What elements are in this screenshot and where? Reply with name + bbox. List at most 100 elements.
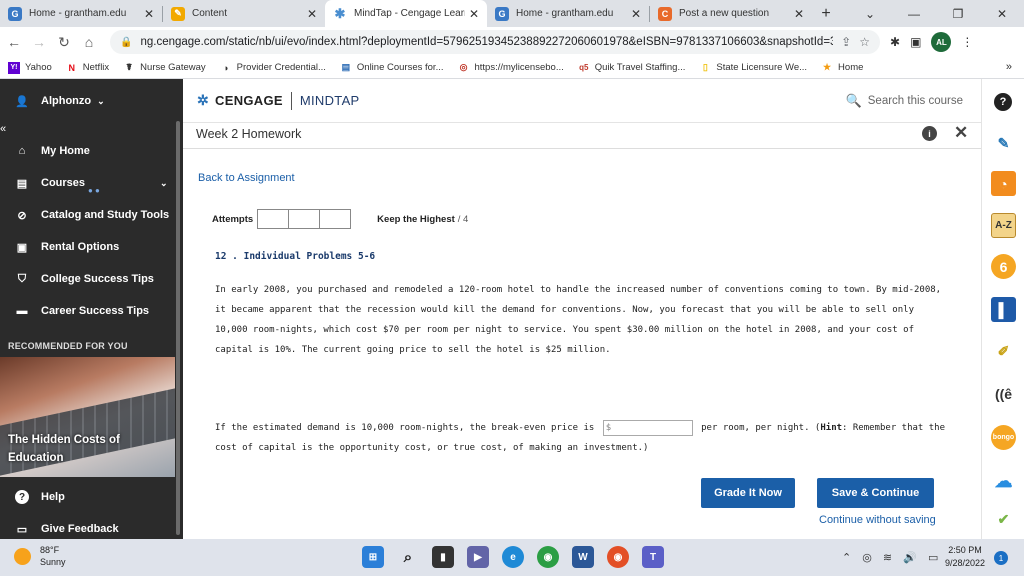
tab-title: Post a new question — [679, 8, 770, 19]
readspeaker-icon[interactable]: ((ê — [991, 381, 1016, 406]
tab-grantham-home[interactable]: G Home - grantham.edu ✕ — [0, 0, 162, 27]
address-bar-row: ← → ↻ ⌂ 🔒 ng.cengage.com/static/nb/ui/ev… — [0, 27, 1024, 57]
bookmark-provider-credential[interactable]: ◑ Provider Credential... — [220, 62, 326, 74]
bookmark-home[interactable]: ★ Home — [821, 62, 863, 74]
notes-icon[interactable]: ✐ — [991, 339, 1016, 364]
system-tray[interactable]: ⌃ ◎ ≋ 🔊 ▭ — [842, 551, 942, 564]
close-tab-icon[interactable]: ✕ — [794, 7, 804, 21]
sidepanel-icon[interactable]: ▣ — [910, 35, 921, 49]
notebook-icon[interactable]: ▌ — [991, 297, 1016, 322]
bongo-icon[interactable]: bongo — [991, 425, 1016, 450]
continue-without-saving-link[interactable]: Continue without saving — [819, 514, 936, 526]
chrome-icon[interactable]: ◉ — [537, 546, 559, 568]
quik-icon: q5 — [579, 63, 589, 72]
bookmark-nurse-gateway[interactable]: ☤ Nurse Gateway — [123, 62, 206, 74]
sidebar-item-help[interactable]: ? Help — [0, 481, 175, 513]
browser-tab-strip: G Home - grantham.edu ✕ ✎ Content ✕ ✱ Mi… — [0, 0, 1024, 27]
tab-content[interactable]: ✎ Content ✕ — [163, 0, 325, 27]
google-favicon-icon: G — [495, 6, 509, 21]
bookmark-online-courses[interactable]: ▤ Online Courses for... — [340, 62, 444, 74]
sidebar-item-catalog[interactable]: ⊘ Catalog and Study Tools — [0, 199, 183, 231]
user-menu[interactable]: 👤 Alphonzo ⌄ — [0, 79, 183, 123]
more-bookmarks-icon[interactable]: » — [1006, 61, 1012, 73]
weather-condition: Sunny — [40, 557, 66, 567]
tab-title: Home - grantham.edu — [29, 8, 127, 19]
profile-avatar[interactable]: AL — [931, 32, 952, 52]
word-icon[interactable]: W — [572, 546, 594, 568]
bookmark-label: Quik Travel Staffing... — [594, 62, 686, 73]
assignment-title: Week 2 Homework — [196, 127, 302, 141]
close-icon[interactable]: ✕ — [954, 123, 968, 143]
chevron-down-icon: ⌄ — [97, 95, 105, 106]
carousel-dots[interactable]: ● ● — [88, 186, 100, 195]
share-icon[interactable]: ⇪ — [841, 35, 851, 49]
back-to-assignment-link[interactable]: Back to Assignment — [198, 172, 295, 184]
question-prefix: If the estimated demand is 10,000 room-n… — [215, 423, 595, 433]
close-tab-icon[interactable]: ✕ — [631, 7, 641, 21]
course-search[interactable]: 🔍 Search this course — [846, 93, 963, 109]
sidebar-item-college-tips[interactable]: ⛉ College Success Tips — [0, 263, 183, 295]
clock[interactable]: 2:50 PM 9/28/2022 — [945, 544, 985, 570]
chrome-menu-icon[interactable]: ⋮ — [961, 35, 973, 49]
search-placeholder: Search this course — [867, 95, 963, 107]
cloud-icon[interactable]: ☁ — [991, 469, 1016, 494]
extensions-icon[interactable]: ✱ — [890, 35, 900, 49]
bookmark-state-licensure[interactable]: ▯ State Licensure We... — [699, 62, 807, 74]
sidebar-item-rental[interactable]: ▣ Rental Options — [0, 231, 183, 263]
sidebar-item-label: Rental Options — [41, 241, 120, 253]
tab-search-icon[interactable]: ⌄ — [848, 0, 892, 27]
bookmark-netflix[interactable]: N Netflix — [66, 62, 110, 74]
user-name: Alphonzo — [41, 95, 92, 107]
back-arrow-icon[interactable]: ← — [3, 34, 25, 50]
close-tab-icon[interactable]: ✕ — [144, 7, 154, 21]
bookmark-mylicense[interactable]: ◎ https://mylicensebo... — [458, 62, 564, 74]
sidebar-item-career-tips[interactable]: ▬ Career Success Tips — [0, 295, 183, 327]
task-view-icon[interactable]: ▮ — [432, 546, 454, 568]
tab-mindtap[interactable]: ✱ MindTap - Cengage Learn ✕ — [325, 0, 487, 27]
close-tab-icon[interactable]: ✕ — [307, 7, 317, 21]
sidebar: 👤 Alphonzo ⌄ « ⌂ My Home ▤ Courses ⌄ ⊘ Catal… — [0, 79, 183, 539]
break-even-price-input[interactable]: $ — [602, 419, 693, 436]
close-tab-icon[interactable]: ✕ — [469, 7, 479, 21]
glossary-az-icon[interactable]: A-Z — [991, 213, 1016, 238]
bookmark-yahoo[interactable]: Y! Yahoo — [8, 61, 52, 74]
lock-icon[interactable]: 🔒 — [120, 37, 132, 48]
tab-grantham-home-2[interactable]: G Home - grantham.edu ✕ — [487, 0, 649, 27]
save-continue-button[interactable]: Save & Continue — [817, 478, 934, 508]
hint-label: Hint — [820, 423, 843, 433]
check-app-icon[interactable]: ✔ — [991, 507, 1016, 532]
close-window-icon[interactable]: ✕ — [980, 0, 1024, 27]
edge-icon[interactable]: e — [502, 546, 524, 568]
minimize-icon[interactable]: — — [892, 0, 936, 27]
url-bar[interactable]: 🔒 ng.cengage.com/static/nb/ui/evo/index.… — [110, 30, 880, 54]
new-tab-button[interactable]: + — [812, 0, 840, 27]
windows-start-icon[interactable]: ⊞ — [362, 546, 384, 568]
home-icon[interactable]: ⌂ — [78, 34, 100, 50]
bookmark-label: State Licensure We... — [716, 62, 808, 73]
teams-chat-icon[interactable]: ▶ — [467, 546, 489, 568]
rss-feed-icon[interactable]: ◔ — [991, 171, 1016, 196]
help-icon[interactable]: ? — [994, 93, 1012, 111]
pencil-tool-icon[interactable]: ✎ — [991, 131, 1016, 156]
chegg-favicon-icon: C — [658, 6, 672, 21]
sidebar-item-my-home[interactable]: ⌂ My Home — [0, 135, 183, 167]
grade-it-now-button[interactable]: Grade It Now — [701, 478, 795, 508]
forward-arrow-icon[interactable]: → — [28, 34, 50, 50]
reload-icon[interactable]: ↻ — [53, 34, 75, 51]
collapse-sidebar-icon[interactable]: « — [0, 123, 6, 135]
teams-icon[interactable]: T — [642, 546, 664, 568]
notification-badge[interactable]: 1 — [994, 551, 1008, 565]
bookmark-quik-travel[interactable]: q5 Quik Travel Staffing... — [578, 62, 686, 74]
weather-widget[interactable]: 88°F Sunny — [14, 544, 66, 568]
sidebar-scrollbar[interactable] — [176, 121, 180, 535]
cengage-mindtap-logo[interactable]: ✲ CENGAGE MINDTAP — [197, 91, 360, 110]
restore-icon[interactable]: ❐ — [936, 0, 980, 27]
tab-post-question[interactable]: C Post a new question ✕ — [650, 0, 812, 27]
search-icon[interactable]: ⌕ — [397, 546, 419, 568]
info-icon[interactable]: i — [922, 126, 937, 141]
chrome-profile-icon[interactable]: ◉ — [607, 546, 629, 568]
six-app-icon[interactable]: 6 — [991, 254, 1016, 279]
recommended-card[interactable]: The Hidden Costs of Education — [0, 357, 175, 477]
bookmark-star-icon[interactable]: ☆ — [859, 35, 870, 49]
top-header: ✲ CENGAGE MINDTAP 🔍 Search this course — [183, 79, 981, 123]
